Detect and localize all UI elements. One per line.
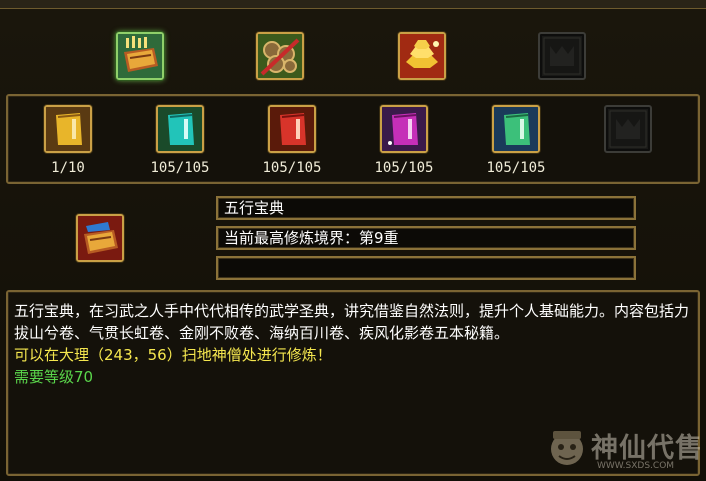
slot-green-scroll[interactable] [492, 105, 540, 153]
gold-ingots-icon [400, 34, 444, 78]
book-with-candles-icon [78, 216, 122, 260]
slot-drum-rolls[interactable] [256, 32, 304, 80]
watermark-text: 神仙代售 [591, 433, 703, 464]
cyan-scroll-icon [158, 107, 202, 151]
empty-slot-icon [540, 34, 584, 78]
slot-cyan-scroll[interactable] [156, 105, 204, 153]
window-top-border [0, 0, 706, 9]
mascot-logo-icon [551, 431, 583, 465]
empty-slot-icon [606, 107, 650, 151]
realm-field: 当前最高修炼境界：第9重 [216, 226, 636, 250]
scroll-count-purple: 105/105 [374, 160, 434, 176]
description-body: 五行宝典，在习武之人手中代代相传的武学圣典，讲究借鉴自然法则，提升个人基础能力。… [14, 302, 690, 342]
slot-book-of-five-elements[interactable] [116, 32, 164, 80]
slot-purple-scroll[interactable] [380, 105, 428, 153]
red-scroll-icon [270, 107, 314, 151]
item-tooltip-window: 1/10 105/105 105/105 105/105 105/105 五行宝… [0, 0, 706, 481]
green-scroll-icon [494, 107, 538, 151]
slot-gold-ingots[interactable] [398, 32, 446, 80]
yellow-scroll-icon [46, 107, 90, 151]
detail-item-icon [76, 214, 124, 262]
description-text: 五行宝典，在习武之人手中代代相传的武学圣典，讲究借鉴自然法则，提升个人基础能力。… [14, 300, 694, 388]
item-name-field: 五行宝典 [216, 196, 636, 220]
scroll-count-cyan: 105/105 [150, 160, 210, 176]
slot-empty-scroll[interactable] [604, 105, 652, 153]
book-with-candles-icon [118, 34, 162, 78]
purple-scroll-icon [382, 107, 426, 151]
required-level: 需要等级70 [14, 368, 94, 386]
scroll-row-panel [6, 94, 700, 184]
watermark-url: WWW.SXDS.COM [597, 461, 675, 471]
slot-empty-top[interactable] [538, 32, 586, 80]
watermark: 神仙代售 WWW.SXDS.COM [545, 425, 705, 475]
slot-red-scroll[interactable] [268, 105, 316, 153]
scroll-count-green: 105/105 [486, 160, 546, 176]
training-location: 可以在大理（243，56）扫地神僧处进行修炼！ [14, 346, 332, 364]
scroll-count-red: 105/105 [262, 160, 322, 176]
scroll-count-yellow: 1/10 [51, 160, 85, 176]
slot-yellow-scroll[interactable] [44, 105, 92, 153]
drum-rolls-icon [258, 34, 302, 78]
extra-field [216, 256, 636, 280]
